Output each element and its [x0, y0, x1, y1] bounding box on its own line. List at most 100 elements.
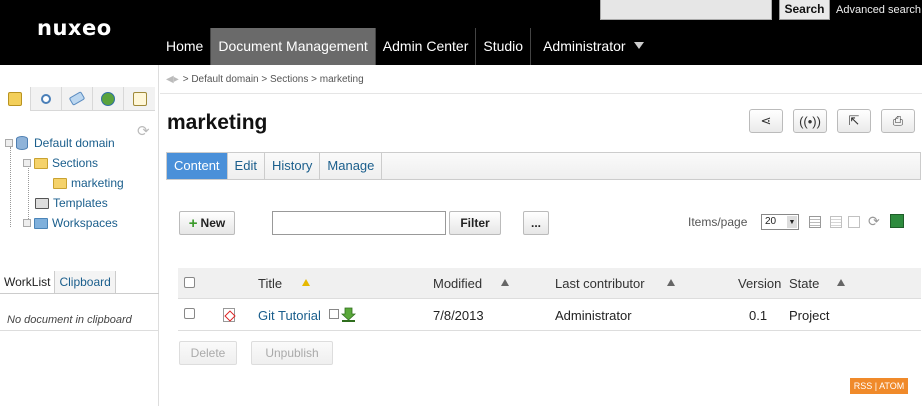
tag-icon	[68, 91, 86, 106]
nav-document-management[interactable]: Document Management	[211, 28, 376, 65]
tab-clipboard[interactable]: Clipboard	[55, 271, 116, 293]
tree-item-default-domain[interactable]: Default domain	[5, 134, 115, 152]
tab-manage[interactable]: Manage	[320, 153, 383, 179]
page-title: marketing	[167, 111, 268, 134]
delete-button[interactable]: Delete	[179, 341, 237, 365]
tree-item-label: Workspaces	[52, 216, 118, 230]
column-title[interactable]: Title	[258, 276, 282, 291]
divider	[0, 330, 159, 331]
document-tabs: Content Edit History Manage	[166, 152, 921, 180]
refresh-icon[interactable]: ⟳	[868, 213, 880, 230]
chevron-down-icon: ▼	[787, 216, 797, 228]
empty-clipboard-message: No document in clipboard	[7, 314, 132, 326]
table-header: Title Modified Last contributor Version …	[178, 268, 921, 299]
new-button[interactable]: + New	[179, 211, 235, 235]
refresh-icon[interactable]: ⟳	[137, 122, 150, 140]
filter-input[interactable]	[272, 211, 446, 235]
folder-icon	[34, 217, 48, 229]
tab-edit[interactable]: Edit	[228, 153, 265, 179]
broadcast-icon: ((•))	[799, 113, 821, 129]
share-button[interactable]: ⋖	[749, 109, 783, 133]
printer-icon: ⎙	[892, 113, 904, 128]
collapse-icon[interactable]	[5, 139, 13, 147]
tab-tags[interactable]	[62, 87, 93, 111]
tab-navigation[interactable]	[0, 87, 31, 111]
sort-icon[interactable]	[667, 279, 675, 286]
modified-date: 7/8/2013	[433, 308, 484, 323]
table-row[interactable]: Git Tutorial 7/8/2013 Administrator 0.1 …	[178, 299, 921, 331]
chevron-down-icon	[633, 42, 644, 49]
sidebar-tabs	[0, 87, 159, 111]
row-checkbox[interactable]	[184, 308, 195, 319]
globe-icon	[101, 91, 115, 106]
magnifier-icon	[41, 93, 51, 104]
search-button[interactable]: Search	[779, 0, 830, 20]
tree-item-workspaces[interactable]: Workspaces	[23, 214, 118, 232]
tree-item-marketing[interactable]: marketing	[53, 174, 124, 192]
list-view-icon[interactable]	[809, 216, 821, 228]
plus-icon: +	[188, 214, 198, 232]
version: 0.1	[749, 308, 768, 323]
share-icon: ⋖	[760, 113, 772, 128]
collapse-icon[interactable]	[23, 159, 31, 167]
tab-world[interactable]	[93, 87, 124, 111]
new-button-label: New	[200, 216, 226, 230]
last-contributor: Administrator	[555, 308, 632, 323]
worklist-tabs: WorkList Clipboard	[0, 271, 159, 294]
back-icon[interactable]: ◀▸	[166, 74, 179, 85]
document-title-link[interactable]: Git Tutorial	[258, 308, 321, 323]
export-button[interactable]: ⇱	[837, 109, 871, 133]
compact-view-icon[interactable]	[830, 216, 842, 228]
unpublish-button[interactable]: Unpublish	[251, 341, 333, 365]
task-icon	[132, 91, 147, 106]
folder-tree-icon	[8, 92, 22, 106]
tab-history[interactable]: History	[265, 153, 321, 179]
print-button[interactable]: ⎙	[881, 109, 915, 133]
domain-icon	[16, 136, 28, 150]
select-all-checkbox[interactable]	[184, 277, 195, 288]
items-per-page-value: 20	[765, 216, 777, 227]
tree-item-templates[interactable]: Templates	[35, 194, 108, 212]
search-input[interactable]	[600, 0, 772, 20]
nuxeo-logo[interactable]: nuxeo	[37, 16, 112, 40]
column-state[interactable]: State	[789, 276, 819, 291]
nav-studio[interactable]: Studio	[476, 28, 532, 65]
tree-item-label: Default domain	[34, 136, 115, 150]
nav-admin-center[interactable]: Admin Center	[376, 28, 477, 65]
tab-content[interactable]: Content	[167, 153, 228, 179]
excel-export-icon[interactable]	[890, 214, 904, 228]
tab-tasks[interactable]	[124, 87, 155, 111]
column-version[interactable]: Version	[738, 276, 781, 291]
items-per-page-select[interactable]: 20 ▼	[761, 214, 799, 230]
more-button[interactable]: ...	[523, 211, 549, 235]
nav-home[interactable]: Home	[159, 28, 212, 65]
sort-asc-icon[interactable]	[302, 279, 310, 286]
user-menu[interactable]: Administrator	[531, 28, 650, 65]
sidebar: ⟳ Default domain Sections marketing Temp…	[0, 65, 159, 406]
tree-connector	[10, 147, 11, 227]
tree-item-label: Sections	[52, 156, 99, 170]
column-last-contributor[interactable]: Last contributor	[555, 276, 645, 291]
rss-atom-feed-badge[interactable]: RSS | ATOM	[850, 378, 908, 394]
tree-item-sections[interactable]: Sections	[23, 154, 98, 172]
subscribe-button[interactable]: ((•))	[793, 109, 827, 133]
expand-icon[interactable]	[23, 219, 31, 227]
sort-icon[interactable]	[837, 279, 845, 286]
breadcrumb-path[interactable]: > Default domain > Sections > marketing	[183, 74, 364, 85]
main-nav: Home Document Management Admin Center St…	[159, 28, 651, 65]
tab-search[interactable]	[31, 87, 62, 111]
tab-worklist[interactable]: WorkList	[0, 271, 56, 293]
tree-item-label: marketing	[71, 176, 124, 190]
templates-icon	[35, 197, 49, 209]
advanced-search-link[interactable]: Advanced search	[836, 4, 921, 16]
column-modified[interactable]: Modified	[433, 276, 482, 291]
pdf-file-icon	[223, 308, 235, 322]
tree-item-label: Templates	[53, 196, 108, 210]
thumbnail-view-icon[interactable]	[848, 216, 860, 228]
download-icon[interactable]	[341, 307, 356, 322]
filter-button[interactable]: Filter	[449, 211, 501, 235]
sort-icon[interactable]	[501, 279, 509, 286]
breadcrumb: ◀▸ > Default domain > Sections > marketin…	[166, 74, 364, 85]
open-external-icon[interactable]	[329, 309, 339, 319]
export-icon: ⇱	[848, 113, 860, 128]
